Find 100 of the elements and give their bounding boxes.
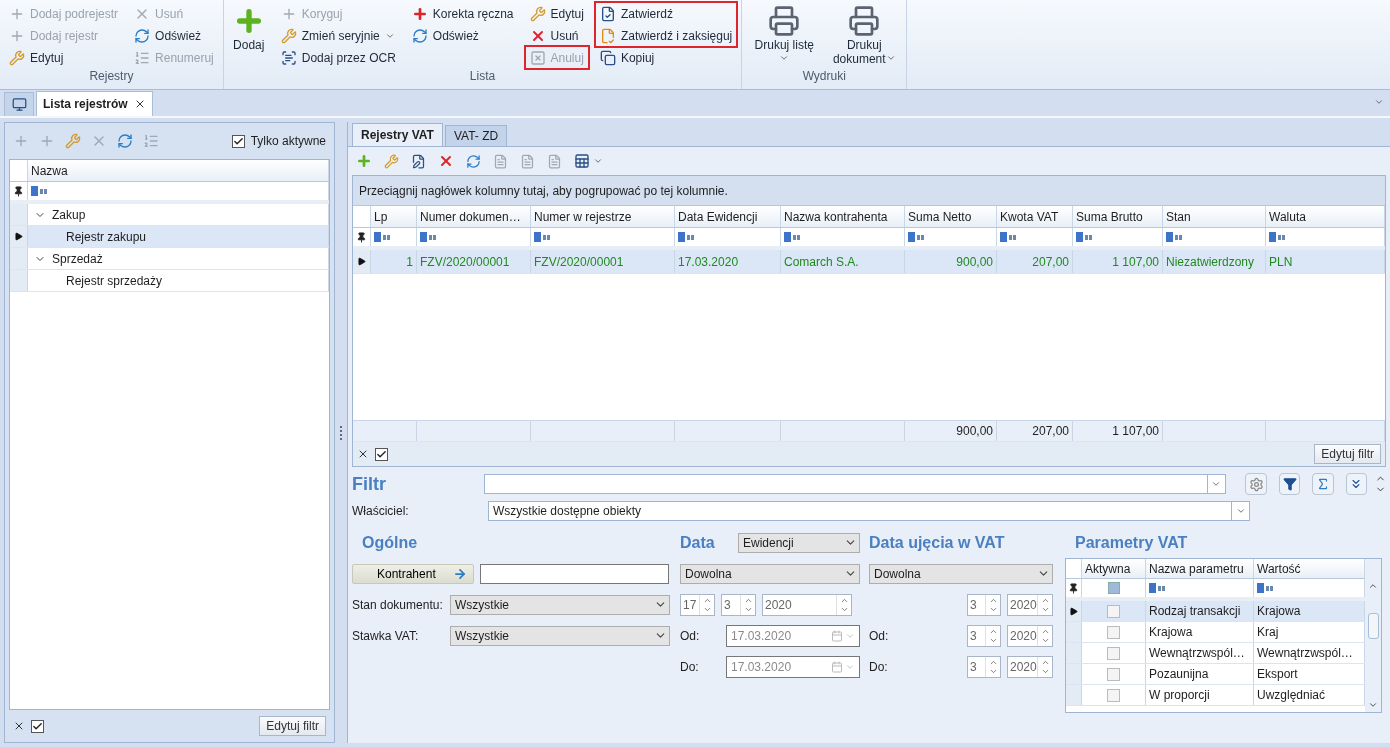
document-icon[interactable] [547, 153, 562, 169]
table-row[interactable]: 1 FZV/2020/00001 FZV/2020/00001 17.03.2020 Comarch S.A. 900,00 207,00 1 107,00 Niezatwierdzony PLN [353, 250, 1385, 274]
tab[interactable]: VAT- ZD [444, 125, 508, 146]
spin-field[interactable]: 3 [721, 593, 756, 616]
wrench-icon[interactable] [65, 133, 81, 149]
expand-button[interactable] [1345, 473, 1367, 495]
section-title: Data [680, 533, 716, 552]
table-cell: Krajowa [1149, 625, 1193, 639]
checkbox[interactable] [1107, 688, 1120, 702]
ribbon-button[interactable]: Usuń [526, 25, 587, 46]
clear-filter-icon[interactable] [13, 720, 25, 732]
dropdown[interactable]: Wszystkie [450, 625, 670, 646]
checkbox[interactable] [1107, 604, 1120, 618]
ribbon-button[interactable]: Kopiuj [596, 47, 736, 68]
spin-field[interactable]: 2020 [762, 593, 852, 616]
spin-field[interactable]: 3 [967, 593, 1001, 616]
ribbon-button[interactable]: Zatwierdź i zaksięguj [596, 25, 736, 46]
field-label: Stan dokumentu: [352, 597, 444, 612]
home-tab[interactable] [4, 92, 34, 116]
filter-checkbox[interactable] [1107, 582, 1120, 594]
document-icon[interactable] [493, 153, 508, 169]
plus-icon[interactable] [356, 153, 372, 169]
column-header[interactable]: Nazwa kontrahenta [781, 206, 905, 227]
clear-filter-icon[interactable] [357, 448, 369, 460]
edit-document-icon[interactable] [411, 153, 426, 169]
field-label: Do: [680, 659, 700, 674]
checkbox[interactable] [1107, 646, 1120, 660]
refresh-icon[interactable] [117, 133, 133, 149]
table-row[interactable]: Wewnątrzwspól… Wewnątrzwspól… [1066, 643, 1365, 664]
scroll-up-icon[interactable] [1368, 581, 1378, 591]
spin-field[interactable]: 2020 [1007, 593, 1053, 616]
dropdown[interactable]: Wszystkie [450, 594, 670, 615]
spin-field[interactable]: 3 [967, 655, 1001, 678]
large-ribbon-button[interactable]: Dodaj [229, 3, 268, 69]
dropdown[interactable]: Dowolna [680, 563, 860, 584]
spin-field[interactable]: 2020 [1007, 624, 1053, 647]
checkbox[interactable] [31, 719, 44, 733]
column-header[interactable]: Suma Netto [905, 206, 997, 227]
column-header[interactable]: Lp [371, 206, 417, 227]
ribbon-button[interactable]: Zatwierdź [596, 3, 736, 24]
checkbox[interactable] [1107, 667, 1120, 681]
spreadsheet-icon[interactable] [574, 153, 590, 169]
sum-button[interactable] [1312, 473, 1334, 495]
scroll-down-icon[interactable] [1368, 700, 1378, 710]
edit-filter-button[interactable]: Edytuj filtr [1314, 444, 1381, 464]
ribbon-button[interactable]: Edytuj [526, 3, 587, 24]
checkbox[interactable] [1107, 625, 1120, 639]
crossed-square-icon [529, 49, 546, 66]
column-header[interactable]: Stan [1163, 206, 1266, 227]
column-header[interactable]: Nazwa [28, 160, 329, 181]
dropdown[interactable]: Ewidencji [738, 532, 860, 553]
filter-field[interactable] [484, 474, 1226, 494]
wrench-icon [280, 27, 297, 44]
large-ribbon-button[interactable]: Drukuj listę [748, 3, 821, 69]
ribbon-button[interactable]: Odśwież [131, 25, 217, 46]
column-header[interactable]: Numer dokumen… [417, 206, 531, 227]
table-row[interactable]: Krajowa Kraj [1066, 622, 1365, 643]
column-header[interactable]: Suma Brutto [1073, 206, 1163, 227]
contractor-field[interactable] [480, 563, 669, 584]
document-icon[interactable] [520, 153, 535, 169]
column-header[interactable]: Kwota VAT [997, 206, 1073, 227]
table-row[interactable]: W proporcji Uwzględniać [1066, 685, 1365, 706]
column-header[interactable]: Data Ewidencji [675, 206, 781, 227]
tree-row[interactable]: Sprzedaż [10, 248, 329, 270]
column-header[interactable]: Nazwa parametru [1146, 559, 1254, 578]
wrench-icon[interactable] [384, 153, 399, 169]
spin-field[interactable]: 2020 [1007, 655, 1053, 678]
checkbox[interactable] [375, 447, 388, 461]
tree-row[interactable]: Rejestr zakupu [10, 226, 329, 248]
dropdown[interactable]: Dowolna [869, 563, 1053, 584]
document-tab[interactable]: Lista rejestrów [36, 91, 153, 116]
spin-field[interactable]: 3 [967, 624, 1001, 647]
tree-row[interactable]: Zakup [10, 204, 329, 226]
numbered-list-icon[interactable] [143, 133, 159, 149]
large-ribbon-button[interactable]: Drukuj dokument [828, 3, 901, 69]
refresh-icon[interactable] [466, 153, 481, 169]
scrollbar[interactable] [1365, 559, 1381, 712]
table-row[interactable]: Pozaunijna Eksport [1066, 664, 1365, 685]
ribbon-button[interactable]: Dodaj przez OCR [277, 47, 399, 68]
ribbon-button[interactable]: Zmień seryjnie [277, 25, 399, 46]
ribbon-button[interactable]: Edytuj [6, 47, 122, 68]
tree-row[interactable]: Rejestr sprzedaży [10, 270, 329, 292]
contractor-button[interactable]: Kontrahent [352, 563, 474, 584]
scroll-thumb[interactable] [1367, 612, 1379, 639]
table-row[interactable]: Rodzaj transakcji Krajowa [1066, 601, 1365, 622]
owner-dropdown[interactable]: Wszystkie dostępne obiekty [488, 501, 1250, 521]
ribbon-button[interactable]: Odśwież [408, 25, 517, 46]
filter-button[interactable] [1278, 473, 1301, 495]
group-label: Rejestry [88, 69, 135, 85]
checkbox[interactable] [231, 134, 245, 148]
row-header-cell [10, 270, 28, 291]
column-header[interactable]: Aktywna [1082, 559, 1146, 578]
edit-filter-button[interactable]: Edytuj filtr [259, 716, 326, 736]
settings-button[interactable] [1245, 473, 1267, 495]
column-header[interactable]: Waluta [1266, 206, 1385, 227]
column-header[interactable]: Numer w rejestrze [531, 206, 675, 227]
tab[interactable]: Rejestry VAT [352, 123, 443, 146]
pin-icon [1068, 582, 1079, 594]
ribbon-button[interactable]: Korekta ręczna [408, 3, 517, 24]
spin-field[interactable]: 17 [680, 593, 715, 616]
